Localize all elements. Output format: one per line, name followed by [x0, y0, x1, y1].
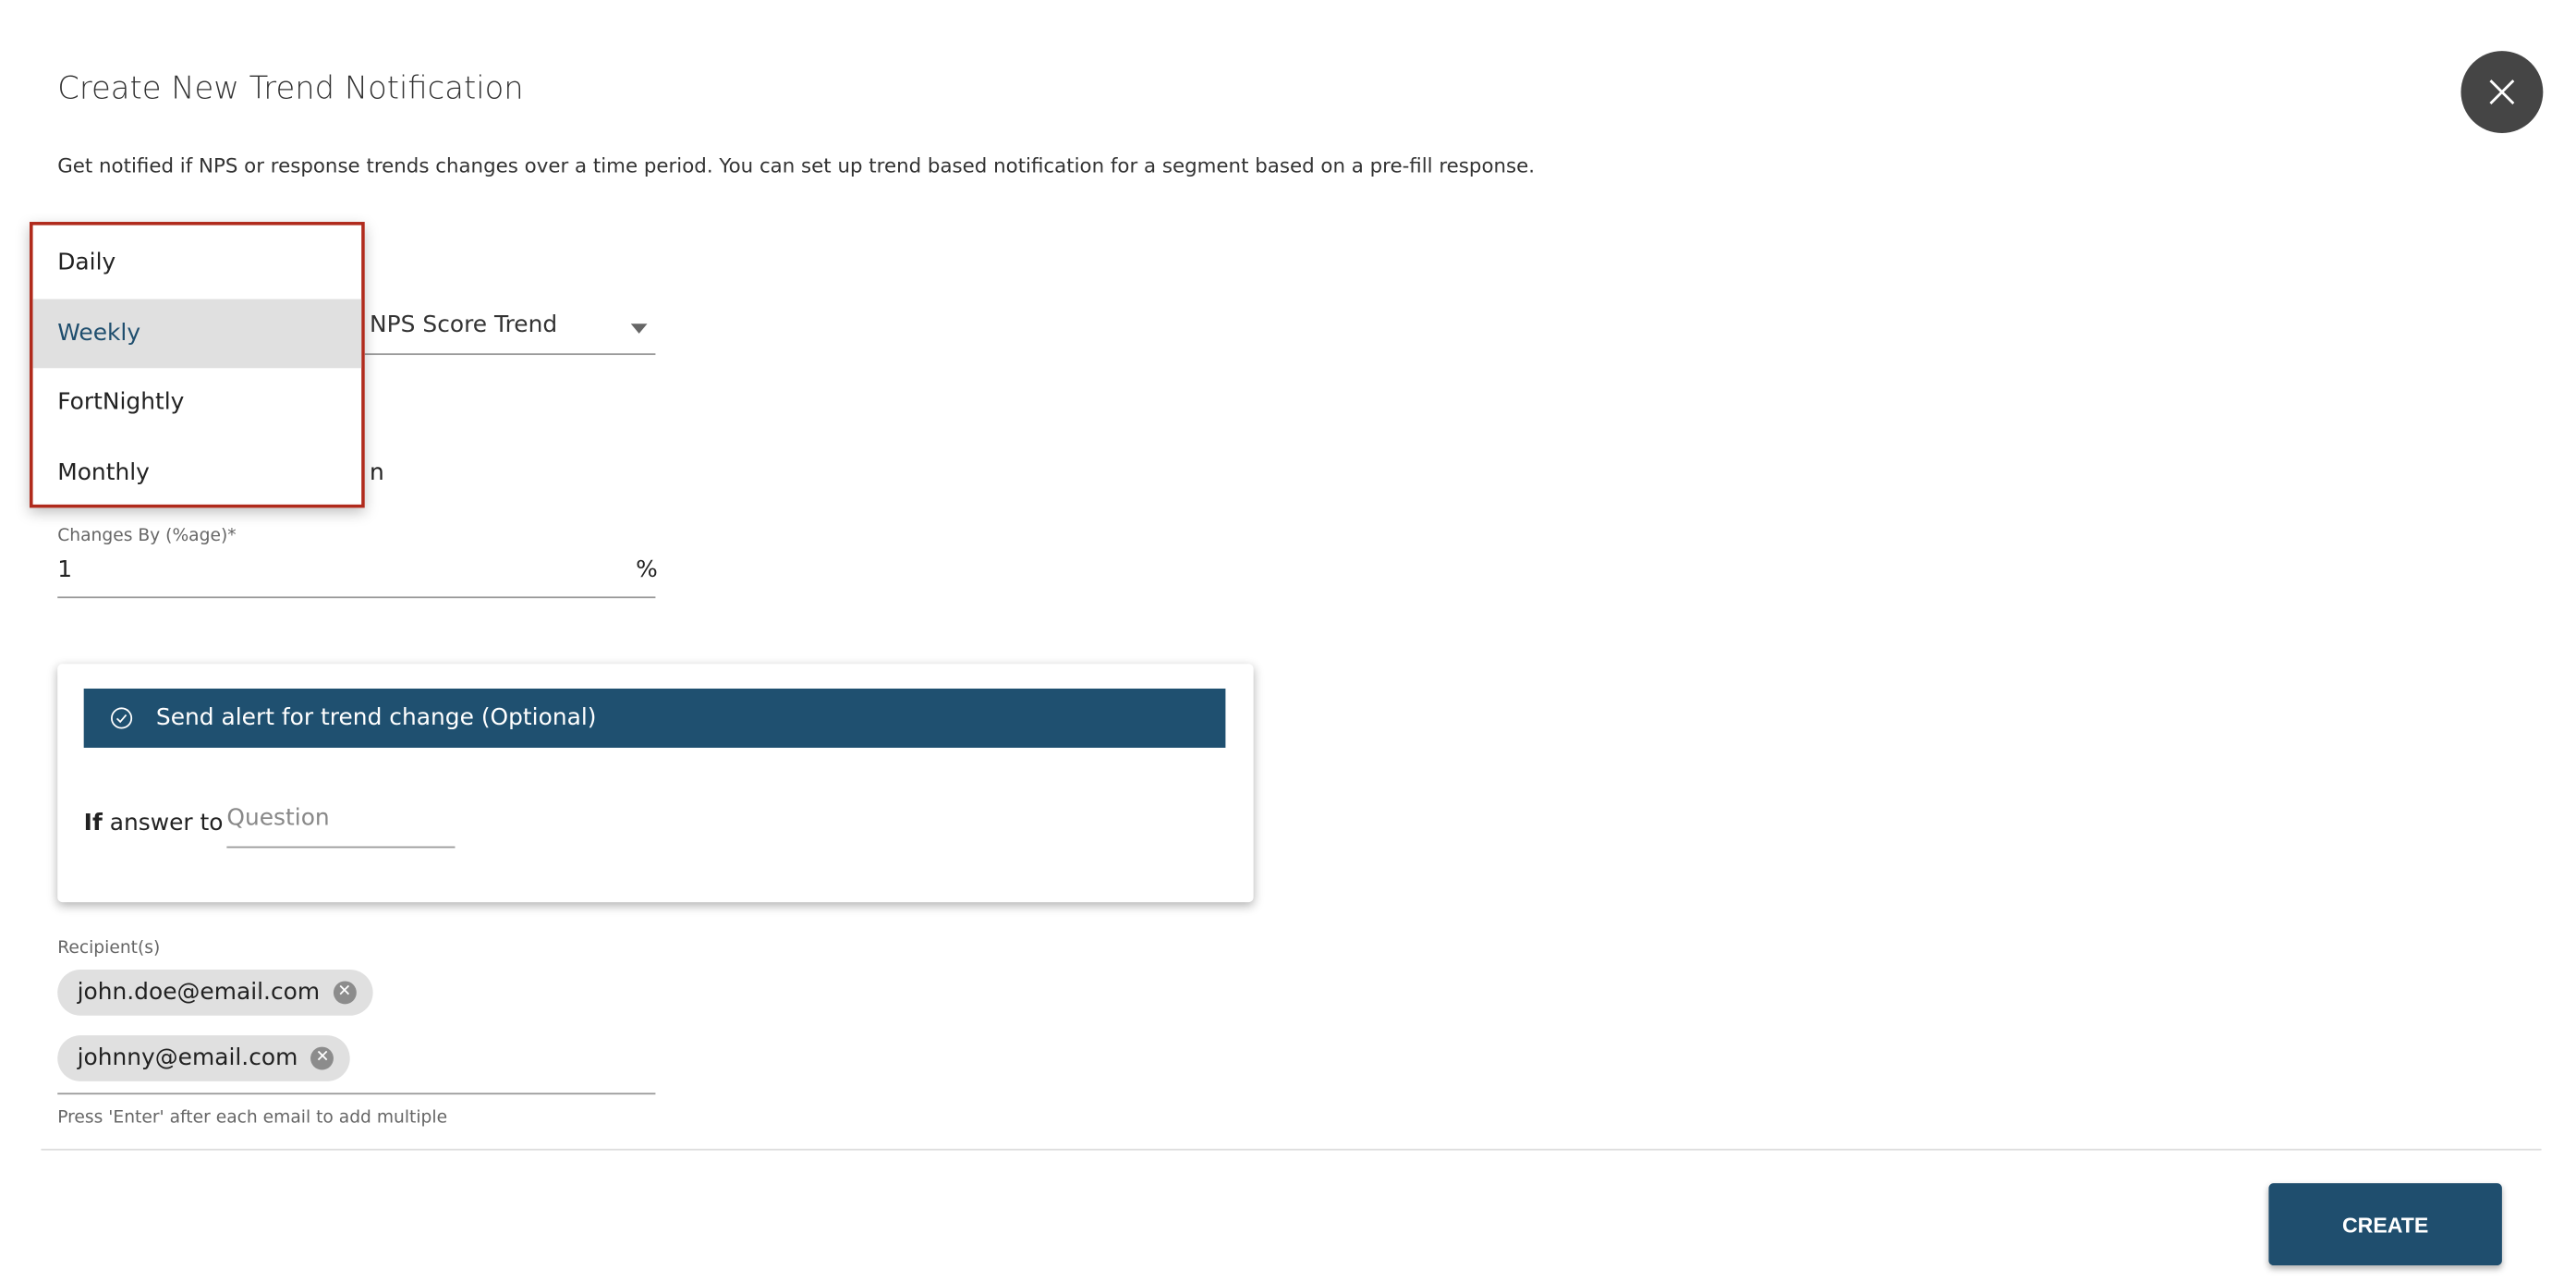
recipient-chip: john.doe@email.com ✕: [57, 970, 373, 1016]
frequency-dropdown-menu: Daily Weekly FortNightly Monthly: [30, 222, 365, 508]
trend-notification-dialog: Create New Trend Notification Get notifi…: [0, 0, 2576, 1282]
partial-label: n: [370, 459, 384, 487]
alert-card-header[interactable]: Send alert for trend change (Optional): [83, 688, 1226, 748]
changes-by-input[interactable]: 1: [57, 557, 72, 583]
footer-divider: [41, 1148, 2542, 1151]
recipients-label: Recipient(s): [57, 938, 161, 958]
percent-suffix: %: [636, 556, 658, 584]
check-circle-icon: [111, 707, 133, 729]
option-fortnightly[interactable]: FortNightly: [33, 368, 362, 438]
changes-by-label: Changes By (%age)*: [57, 525, 237, 546]
recipient-chip: johnny@email.com ✕: [57, 1035, 351, 1081]
dialog-title: Create New Trend Notification: [57, 70, 524, 107]
create-button[interactable]: CREATE: [2268, 1183, 2502, 1266]
dialog-description: Get notified if NPS or response trends c…: [57, 154, 1536, 178]
option-daily[interactable]: Daily: [33, 228, 362, 299]
recipients-help: Press 'Enter' after each email to add mu…: [57, 1107, 448, 1128]
close-button[interactable]: [2461, 51, 2544, 134]
question-input[interactable]: Question: [226, 805, 329, 831]
remove-chip-icon[interactable]: ✕: [333, 981, 357, 1005]
if-answer-label: If answer to: [84, 811, 224, 836]
alert-card-title: Send alert for trend change (Optional): [155, 704, 597, 732]
trend-type-underline: [364, 353, 656, 356]
alert-card: Send alert for trend change (Optional) I…: [57, 664, 1254, 903]
changes-by-underline: [57, 596, 656, 599]
recipient-email: johnny@email.com: [77, 1044, 298, 1072]
close-icon: [2489, 79, 2515, 105]
option-weekly[interactable]: Weekly: [32, 298, 362, 369]
trend-type-select[interactable]: NPS Score Trend: [370, 312, 557, 338]
recipients-input-underline[interactable]: [57, 1093, 656, 1095]
remove-chip-icon[interactable]: ✕: [310, 1046, 334, 1070]
if-label: If: [83, 810, 103, 837]
option-monthly[interactable]: Monthly: [33, 438, 362, 508]
answer-to-label: answer to: [109, 810, 224, 837]
recipient-email: john.doe@email.com: [77, 979, 321, 1007]
chevron-down-icon[interactable]: [630, 324, 648, 334]
question-underline: [226, 846, 456, 849]
